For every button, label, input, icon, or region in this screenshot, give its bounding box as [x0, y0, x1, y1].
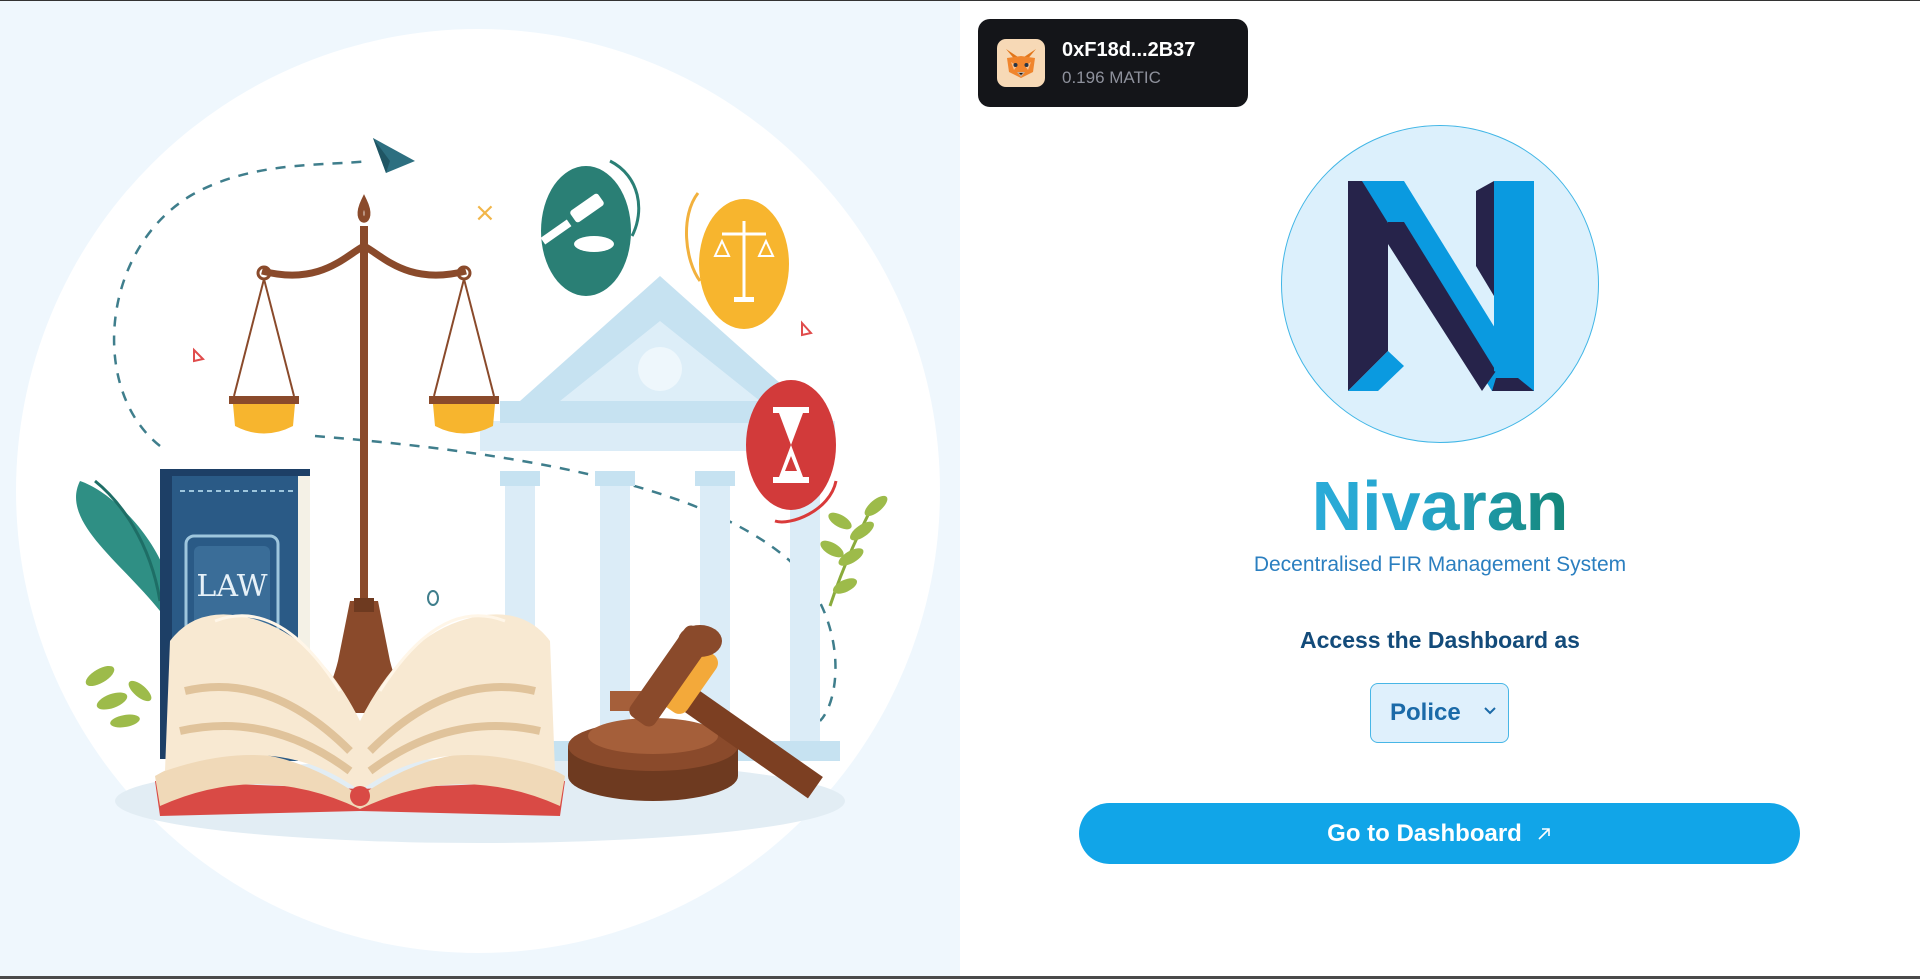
chevron-down-icon [1482, 703, 1498, 724]
justice-illustration: × LAW [16, 29, 940, 953]
n-logo-icon [1348, 181, 1534, 391]
metamask-fox-icon [997, 39, 1045, 87]
access-role-label: Access the Dashboard as [1300, 627, 1580, 653]
go-to-dashboard-label: Go to Dashboard [1327, 819, 1522, 847]
wallet-balance: 0.196 MATIC [1062, 67, 1161, 87]
app-title: Nivaran [1200, 466, 1680, 546]
role-select-value: Police [1390, 699, 1461, 726]
app-tagline: Decentralised FIR Management System [1253, 553, 1627, 576]
wallet-address: 0xF18d...2B37 [1062, 38, 1196, 61]
arrow-up-right-icon [1536, 826, 1552, 842]
wallet-info: 0xF18d...2B37 0.196 MATIC [1062, 37, 1195, 90]
law-book-label: LAW [196, 569, 267, 604]
nivaran-logo [1281, 125, 1599, 443]
wallet-connect-button[interactable]: 0xF18d...2B37 0.196 MATIC [978, 19, 1248, 107]
go-to-dashboard-button[interactable]: Go to Dashboard [1079, 803, 1800, 864]
hero-illustration-panel: × LAW [0, 1, 960, 976]
x-mark-decoration: × [474, 198, 496, 228]
role-select[interactable]: Police [1370, 683, 1509, 743]
